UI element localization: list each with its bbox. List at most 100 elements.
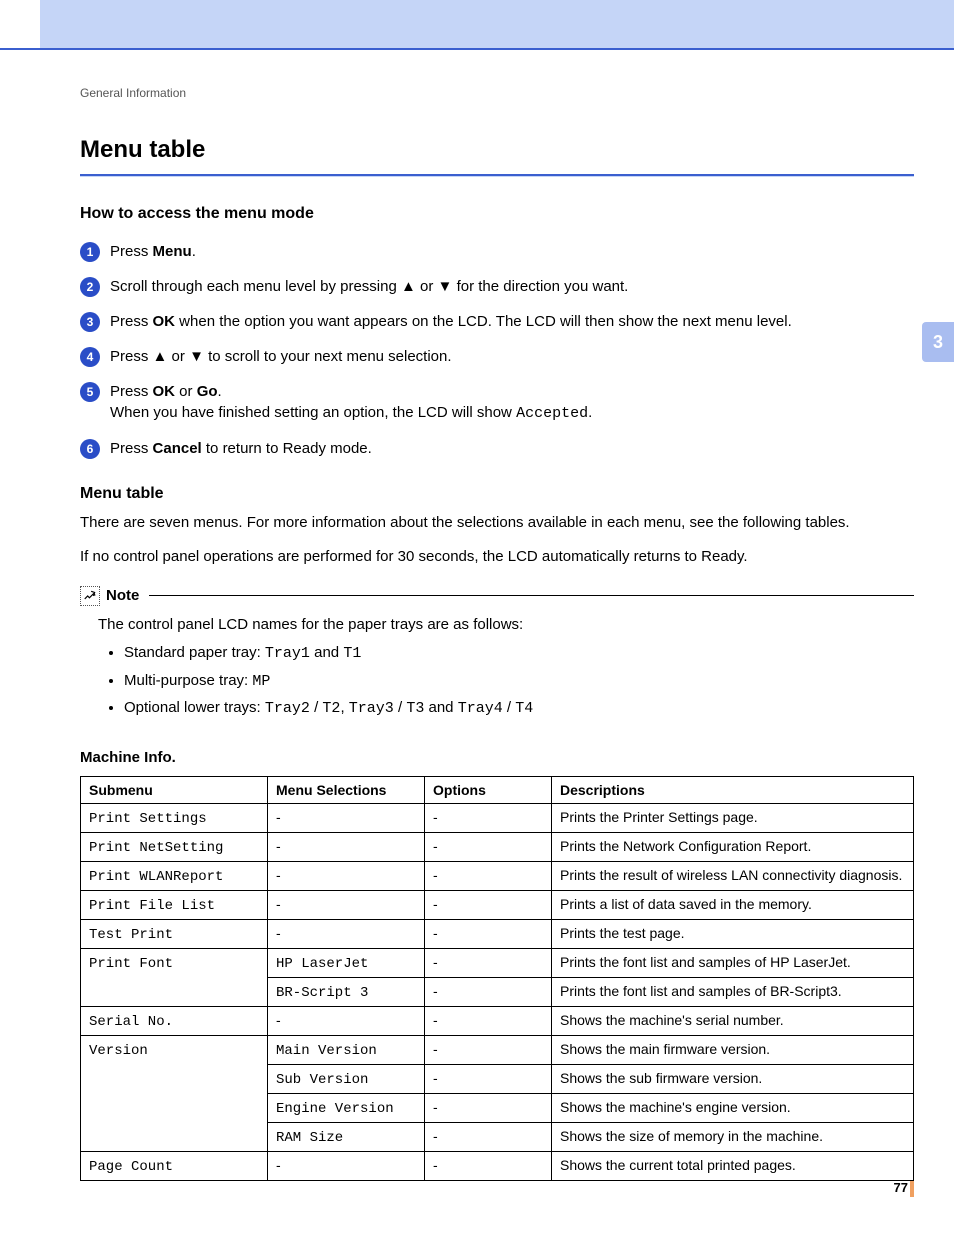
text: Optional lower trays: <box>124 699 265 716</box>
lcd-code: MP <box>252 673 270 690</box>
header-band <box>0 0 954 48</box>
lcd-code: Tray4 <box>458 700 503 717</box>
col-descriptions: Descriptions <box>552 776 914 803</box>
cell: - <box>268 832 425 861</box>
table-row: BR-Script 3-Prints the font list and sam… <box>81 977 914 1006</box>
cell: Print File List <box>89 898 215 914</box>
go-key: Go <box>197 383 218 400</box>
up-arrow-icon: ▲ <box>401 278 416 295</box>
step-badge: 4 <box>80 347 100 367</box>
step-badge: 1 <box>80 242 100 262</box>
lcd-code: T3 <box>406 700 424 717</box>
cell: - <box>425 1006 552 1035</box>
lcd-code: Tray3 <box>349 700 394 717</box>
step-list: 1 Press Menu. 2 Scroll through each menu… <box>80 241 914 459</box>
cell: - <box>425 832 552 861</box>
table-row: Print File List--Prints a list of data s… <box>81 890 914 919</box>
cell <box>81 1093 268 1122</box>
text: Press <box>110 383 153 400</box>
cell: Prints the Printer Settings page. <box>552 803 914 832</box>
cell: - <box>425 1093 552 1122</box>
cell: Shows the machine's serial number. <box>552 1006 914 1035</box>
list-item: Standard paper tray: Tray1 and T1 <box>124 642 914 666</box>
cell: Shows the sub firmware version. <box>552 1064 914 1093</box>
table-row: Print FontHP LaserJet-Prints the font li… <box>81 948 914 977</box>
lcd-code: T2 <box>322 700 340 717</box>
text: / <box>394 699 407 716</box>
step-6: 6 Press Cancel to return to Ready mode. <box>80 438 914 459</box>
cell: Print WLANReport <box>89 869 223 885</box>
cell: Shows the main firmware version. <box>552 1035 914 1064</box>
text: . <box>218 383 222 400</box>
cell <box>81 1122 268 1151</box>
text: or <box>167 348 189 365</box>
cell: - <box>425 919 552 948</box>
cell: - <box>268 803 425 832</box>
cell: - <box>268 861 425 890</box>
cell: Prints a list of data saved in the memor… <box>552 890 914 919</box>
cell: Print NetSetting <box>89 840 223 856</box>
table-row: Print Settings--Prints the Printer Setti… <box>81 803 914 832</box>
cell: HP LaserJet <box>276 956 368 972</box>
note-label: Note <box>106 587 139 604</box>
list-item: Multi-purpose tray: MP <box>124 670 914 694</box>
page-title: Menu table <box>80 136 914 170</box>
step-badge: 3 <box>80 312 100 332</box>
cell: Shows the machine's engine version. <box>552 1093 914 1122</box>
paragraph-title: Menu table <box>80 485 914 503</box>
cell: RAM Size <box>276 1130 343 1146</box>
cell: Prints the font list and samples of BR-S… <box>552 977 914 1006</box>
cell: Shows the size of memory in the machine. <box>552 1122 914 1151</box>
table-row: Test Print--Prints the test page. <box>81 919 914 948</box>
lcd-code: Tray2 <box>265 700 310 717</box>
subsection-title: How to access the menu mode <box>80 205 914 223</box>
up-arrow-icon: ▲ <box>153 348 168 365</box>
menu-key: Menu <box>153 243 192 260</box>
cell: - <box>425 948 552 977</box>
cell: - <box>425 1151 552 1180</box>
step-5: 5 Press OK or Go. When you have finished… <box>80 381 914 424</box>
step-badge: 2 <box>80 277 100 297</box>
cell: - <box>268 919 425 948</box>
step-4: 4 Press ▲ or ▼ to scroll to your next me… <box>80 346 914 367</box>
cell: Print Settings <box>89 811 207 827</box>
text: to return to Ready mode. <box>202 440 372 457</box>
cell: Sub Version <box>276 1072 368 1088</box>
cell: Shows the current total printed pages. <box>552 1151 914 1180</box>
cell: - <box>268 890 425 919</box>
ok-key: OK <box>153 383 176 400</box>
table-header-row: Submenu Menu Selections Options Descript… <box>81 776 914 803</box>
text: for the direction you want. <box>452 278 628 295</box>
step-1: 1 Press Menu. <box>80 241 914 262</box>
text: or <box>416 278 438 295</box>
page-number-accent <box>910 1181 914 1197</box>
text: Scroll through each menu level by pressi… <box>110 278 401 295</box>
cell: - <box>425 890 552 919</box>
table-row: Engine Version-Shows the machine's engin… <box>81 1093 914 1122</box>
cell: - <box>425 977 552 1006</box>
text: . <box>588 404 592 421</box>
step-badge: 5 <box>80 382 100 402</box>
cell: Prints the Network Configuration Report. <box>552 832 914 861</box>
table-row: RAM Size -Shows the size of memory in the… <box>81 1122 914 1151</box>
text: to scroll to your next menu selection. <box>204 348 452 365</box>
breadcrumb: General Information <box>80 86 914 100</box>
cell: - <box>425 803 552 832</box>
cell: Serial No. <box>89 1014 173 1030</box>
menu-table: Submenu Menu Selections Options Descript… <box>80 776 914 1181</box>
cell: - <box>268 1151 425 1180</box>
note-intro: The control panel LCD names for the pape… <box>98 616 523 633</box>
text: Multi-purpose tray: <box>124 672 252 689</box>
text: When you have finished setting an option… <box>110 404 516 421</box>
note-rule <box>149 595 914 596</box>
table-title: Machine Info. <box>80 749 914 766</box>
cell: - <box>425 1122 552 1151</box>
lcd-code: T4 <box>515 700 533 717</box>
table-row: Print WLANReport--Prints the result of w… <box>81 861 914 890</box>
cancel-key: Cancel <box>153 440 202 457</box>
text: / <box>310 699 323 716</box>
chapter-tab: 3 <box>922 322 954 362</box>
step-2: 2 Scroll through each menu level by pres… <box>80 276 914 297</box>
table-row: Sub Version-Shows the sub firmware versi… <box>81 1064 914 1093</box>
lcd-code: Accepted <box>516 405 588 422</box>
